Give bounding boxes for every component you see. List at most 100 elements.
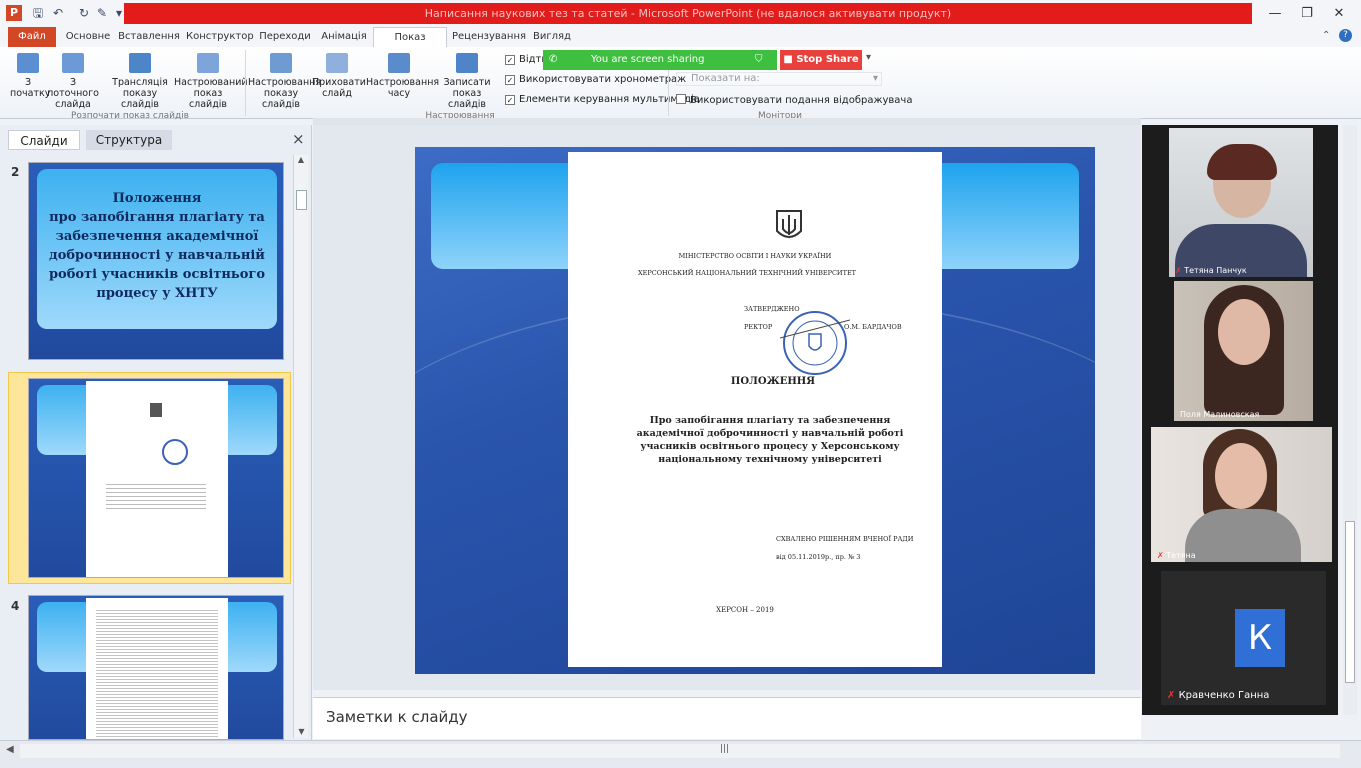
slide-title-text: Положення про запобігання плагіату та за… xyxy=(48,191,266,301)
setup-show-icon xyxy=(270,53,292,73)
tab-design[interactable]: Конструктор xyxy=(186,27,254,47)
tab-outline-pane[interactable]: Структура xyxy=(86,130,172,150)
checkbox-unchecked-icon xyxy=(676,94,686,104)
share-options-icon[interactable]: ▾ xyxy=(866,52,871,63)
minimize-button[interactable]: — xyxy=(1260,4,1290,24)
participant-name: Тетяна xyxy=(1166,551,1196,560)
tab-review[interactable]: Рецензування xyxy=(452,27,526,47)
tab-animation[interactable]: Анімація xyxy=(318,27,370,47)
tab-home[interactable]: Основне xyxy=(62,27,114,47)
scroll-left-icon[interactable]: ◀ xyxy=(6,744,14,755)
custom-show-button[interactable]: Настроюваний показ слайдів xyxy=(174,53,248,110)
from-start-button[interactable]: З початку xyxy=(10,53,50,99)
tab-insert[interactable]: Вставлення xyxy=(118,27,180,47)
setup-show-button[interactable]: Настроювання показу слайдів xyxy=(248,53,321,110)
checkbox-checked-icon: ✓ xyxy=(505,55,515,65)
ministry-line: МІНІСТЕРСТВО ОСВІТИ І НАУКИ УКРАЇНИ xyxy=(678,252,832,260)
mic-muted-icon: ✗ xyxy=(1175,266,1182,275)
media-controls-checkbox[interactable]: ✓ Елементи керування мультимедіа xyxy=(505,94,700,105)
draw-icon[interactable]: ✎ xyxy=(94,5,110,21)
document-page-thumbnail xyxy=(86,598,228,739)
tab-view[interactable]: Вигляд xyxy=(530,27,574,47)
notes-pane[interactable]: Заметки к слайду xyxy=(313,697,1141,739)
tab-slideshow[interactable]: Показ слайдів xyxy=(373,27,447,63)
slides-pane-scrollbar[interactable]: ▲ ▼ xyxy=(293,155,308,738)
collapse-ribbon-icon[interactable]: ⌃ xyxy=(1322,30,1330,41)
official-stamp-icon xyxy=(780,311,850,375)
custom-show-icon xyxy=(197,53,219,73)
phone-icon: ✆ xyxy=(549,54,558,65)
participant-video-1[interactable]: ✗ Тетяна Панчук xyxy=(1169,128,1313,277)
window-title: Написання наукових тез та статей - Micro… xyxy=(124,3,1252,24)
slide-thumbnail-4[interactable] xyxy=(28,595,284,740)
checkbox-checked-icon: ✓ xyxy=(505,95,515,105)
close-pane-icon[interactable]: × xyxy=(292,130,305,148)
text-lines xyxy=(96,608,218,738)
scroll-thumb[interactable] xyxy=(1345,521,1355,683)
video-panel-scrollbar[interactable] xyxy=(1343,125,1357,715)
horizontal-scrollbar[interactable]: ||| xyxy=(20,744,1340,758)
rehearse-timings-button[interactable]: Настроювання часу xyxy=(366,53,439,99)
university-line: ХЕРСОНСЬКИЙ НАЦІОНАЛЬНИЙ ТЕХНІЧНИЙ УНІВЕ… xyxy=(637,269,857,277)
shield-icon: ⛉ xyxy=(755,54,763,65)
rehearse-timings-icon xyxy=(388,53,410,73)
council-approval: СХВАЛЕНО РІШЕННЯМ ВЧЕНОЇ РАДИ xyxy=(776,535,914,543)
coat-of-arms-icon xyxy=(776,210,802,238)
rector-name: О.М. БАРДАЧОВ xyxy=(844,323,902,331)
stop-icon: ■ xyxy=(783,54,797,65)
play-narration-checkbox[interactable]: ✓ Відтв xyxy=(505,54,547,65)
show-on-dropdown[interactable]: Показати на: ▾ xyxy=(676,72,882,86)
hide-slide-button[interactable]: Приховати слайд xyxy=(312,53,366,99)
powerpoint-icon[interactable]: P xyxy=(6,5,22,21)
participant-name: Кравченко Ганна xyxy=(1178,690,1270,701)
close-button[interactable]: ✕ xyxy=(1324,4,1354,24)
protocol-line: від 05.11.2019р., пр. № 3 xyxy=(776,553,861,561)
tab-transitions[interactable]: Переходи xyxy=(256,27,314,47)
participant-tile-4[interactable]: К ✗ Кравченко Ганна xyxy=(1161,571,1326,705)
participant-hair xyxy=(1207,144,1277,180)
coat-of-arms-icon xyxy=(150,403,162,417)
participant-avatar xyxy=(1215,443,1267,509)
use-timings-checkbox[interactable]: ✓ Використовувати хронометраж xyxy=(505,74,686,85)
redo-icon[interactable]: ↻ xyxy=(76,5,92,21)
help-icon[interactable]: ? xyxy=(1339,29,1352,42)
screen-sharing-banner[interactable]: ✆ You are screen sharing ⛉ xyxy=(543,50,777,70)
mic-muted-icon: ✗ xyxy=(1157,551,1164,560)
maximize-button[interactable]: ❐ xyxy=(1292,4,1322,24)
scroll-grip[interactable]: ||| xyxy=(720,744,729,754)
broadcast-button[interactable]: Трансляція показу слайдів xyxy=(106,53,174,110)
city-year: ХЕРСОН – 2019 xyxy=(716,606,774,614)
slide-thumbnail-2[interactable]: Положення про запобігання плагіату та за… xyxy=(28,162,284,360)
from-current-button[interactable]: З поточного слайда xyxy=(44,53,102,110)
tab-file[interactable]: Файл xyxy=(8,27,56,47)
participant-name: Поля Малиновская xyxy=(1180,410,1260,419)
record-icon xyxy=(456,53,478,73)
save-icon[interactable]: 🖫 xyxy=(30,5,46,21)
chevron-down-icon: ▾ xyxy=(872,73,878,84)
document-heading: ПОЛОЖЕННЯ xyxy=(730,376,816,387)
scroll-down-icon[interactable]: ▼ xyxy=(294,727,309,736)
stamp-icon xyxy=(162,439,188,465)
scroll-thumb[interactable] xyxy=(295,190,307,210)
broadcast-icon xyxy=(129,53,151,73)
undo-icon[interactable]: ↶ xyxy=(50,5,66,21)
mic-muted-icon: ✗ xyxy=(1167,690,1176,701)
rector-label: РЕКТОР xyxy=(744,323,773,331)
participant-avatar xyxy=(1218,299,1270,365)
document-page: МІНІСТЕРСТВО ОСВІТИ І НАУКИ УКРАЇНИ ХЕРС… xyxy=(568,152,942,667)
slide-thumbnail-3[interactable] xyxy=(28,378,284,578)
participant-initial-avatar: К xyxy=(1235,609,1285,667)
participant-body xyxy=(1185,509,1301,562)
scroll-up-icon[interactable]: ▲ xyxy=(294,155,308,164)
presenter-view-checkbox[interactable]: Використовувати подання відображувача xyxy=(676,94,912,106)
participant-name: Тетяна Панчук xyxy=(1184,266,1247,275)
group-label-start: Розпочати показ слайдів xyxy=(71,111,189,121)
stop-share-button[interactable]: ■ Stop Share xyxy=(780,50,862,70)
record-show-button[interactable]: Записати показ слайдів xyxy=(432,53,502,110)
slideshow-start-icon xyxy=(17,53,39,73)
participant-video-2[interactable]: Поля Малиновская xyxy=(1174,281,1313,421)
slide-number: 4 xyxy=(11,599,20,613)
tab-slides-pane[interactable]: Слайди xyxy=(8,130,80,150)
text-lines xyxy=(106,481,206,511)
participant-video-3[interactable]: ✗ Тетяна xyxy=(1151,427,1332,562)
